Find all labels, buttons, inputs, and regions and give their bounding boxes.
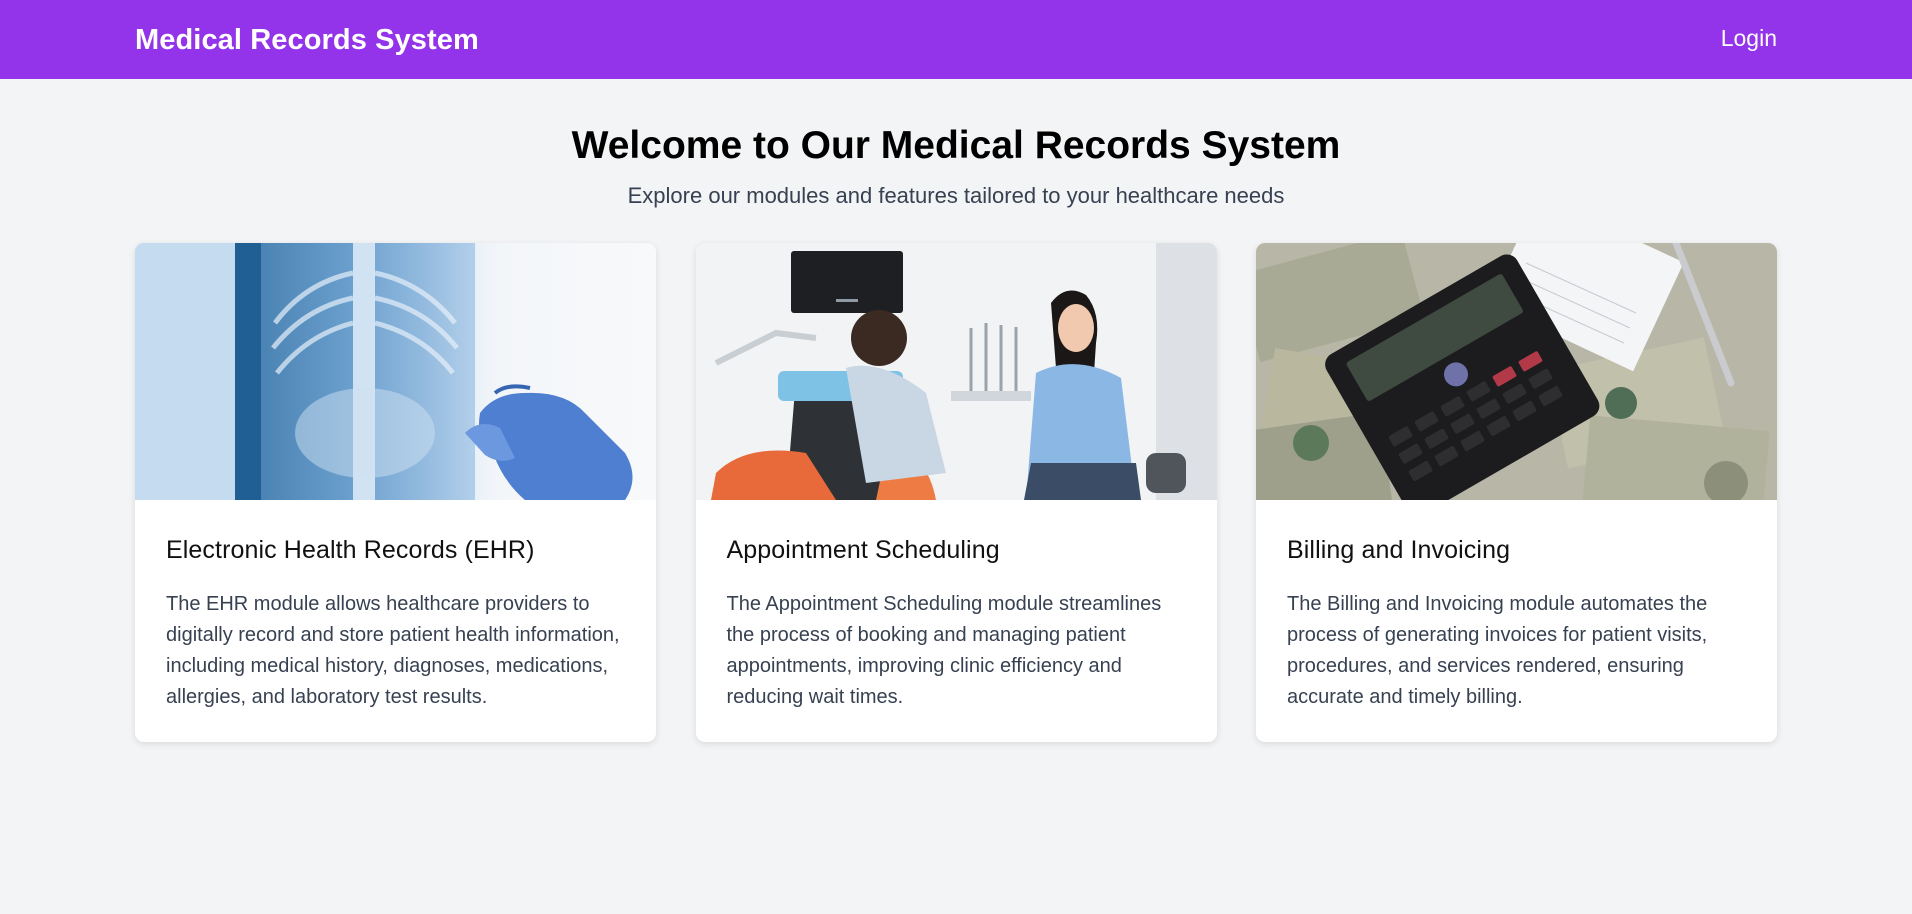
brand-title[interactable]: Medical Records System — [135, 24, 479, 57]
card-appointment: Appointment Scheduling The Appointment S… — [695, 242, 1217, 742]
page-title: Welcome to Our Medical Records System — [571, 124, 1341, 167]
page-subtitle: Explore our modules and features tailore… — [627, 182, 1285, 208]
card-ehr: Electronic Health Records (EHR) The EHR … — [135, 242, 656, 742]
xray-image — [135, 242, 656, 500]
card-billing: Billing and Invoicing The Billing and In… — [1256, 242, 1777, 742]
calculator-money-image — [1256, 242, 1777, 500]
card-description: The Billing and Invoicing module automat… — [1287, 592, 1708, 708]
module-cards: Electronic Health Records (EHR) The EHR … — [0, 242, 1912, 742]
login-link[interactable]: Login — [1721, 25, 1777, 52]
card-title: Billing and Invoicing — [1287, 535, 1511, 564]
card-description: The EHR module allows healthcare provide… — [166, 592, 620, 708]
top-navbar: Medical Records System Login — [0, 0, 1912, 79]
dental-clinic-image — [695, 242, 1217, 500]
card-description: The Appointment Scheduling module stream… — [726, 592, 1162, 708]
hero-section: Welcome to Our Medical Records System Ex… — [0, 79, 1912, 209]
card-title: Appointment Scheduling — [726, 535, 1000, 564]
card-title: Electronic Health Records (EHR) — [166, 535, 535, 564]
